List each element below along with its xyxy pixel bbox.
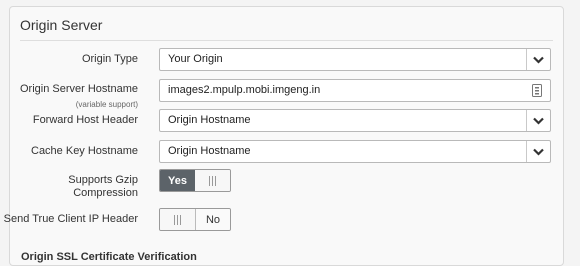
true-client-ip-label: Send True Client IP Header — [3, 213, 138, 225]
chevron-down-icon[interactable] — [526, 49, 550, 70]
true-client-ip-no-option[interactable]: No — [194, 209, 230, 230]
gzip-label-line2: Compression — [73, 187, 138, 199]
document-icon[interactable] — [532, 84, 542, 105]
chevron-down-icon[interactable] — [526, 141, 550, 162]
cache-key-hostname-value: Origin Hostname — [168, 145, 251, 157]
forward-host-header-value: Origin Hostname — [168, 114, 251, 126]
chevron-down-icon[interactable] — [526, 110, 550, 131]
panel-title: Origin Server — [20, 17, 103, 33]
ssl-verification-section-title: Origin SSL Certificate Verification — [21, 251, 197, 263]
gzip-label: Supports Gzip Compression — [68, 174, 138, 200]
gzip-yes-option[interactable]: Yes — [160, 170, 195, 191]
toggle-handle[interactable] — [160, 209, 195, 230]
gzip-label-line1: Supports Gzip — [68, 174, 138, 186]
grip-icon — [173, 214, 181, 225]
origin-server-panel: Origin Server Origin Type Your Origin Or… — [4, 6, 564, 266]
origin-type-select[interactable]: Your Origin — [159, 48, 551, 71]
origin-hostname-label-text: Origin Server Hostname — [20, 83, 138, 95]
grip-icon — [209, 175, 216, 186]
forward-host-header-select[interactable]: Origin Hostname — [159, 109, 551, 132]
cache-key-hostname-select[interactable]: Origin Hostname — [159, 140, 551, 163]
cache-key-hostname-label: Cache Key Hostname — [31, 145, 138, 157]
origin-type-label: Origin Type — [81, 53, 138, 65]
origin-type-value: Your Origin — [168, 53, 223, 65]
origin-hostname-input[interactable]: images2.mpulp.mobi.imgeng.in — [159, 79, 551, 102]
origin-hostname-label: Origin Server Hostname (variable support… — [20, 83, 138, 111]
origin-hostname-value: images2.mpulp.mobi.imgeng.in — [168, 84, 321, 96]
forward-host-header-label: Forward Host Header — [32, 114, 138, 126]
toggle-handle[interactable] — [195, 170, 230, 191]
gzip-toggle[interactable]: Yes — [159, 169, 231, 192]
true-client-ip-toggle[interactable]: No — [159, 208, 231, 231]
divider — [20, 40, 553, 41]
variable-support-note: (variable support) — [75, 100, 138, 109]
